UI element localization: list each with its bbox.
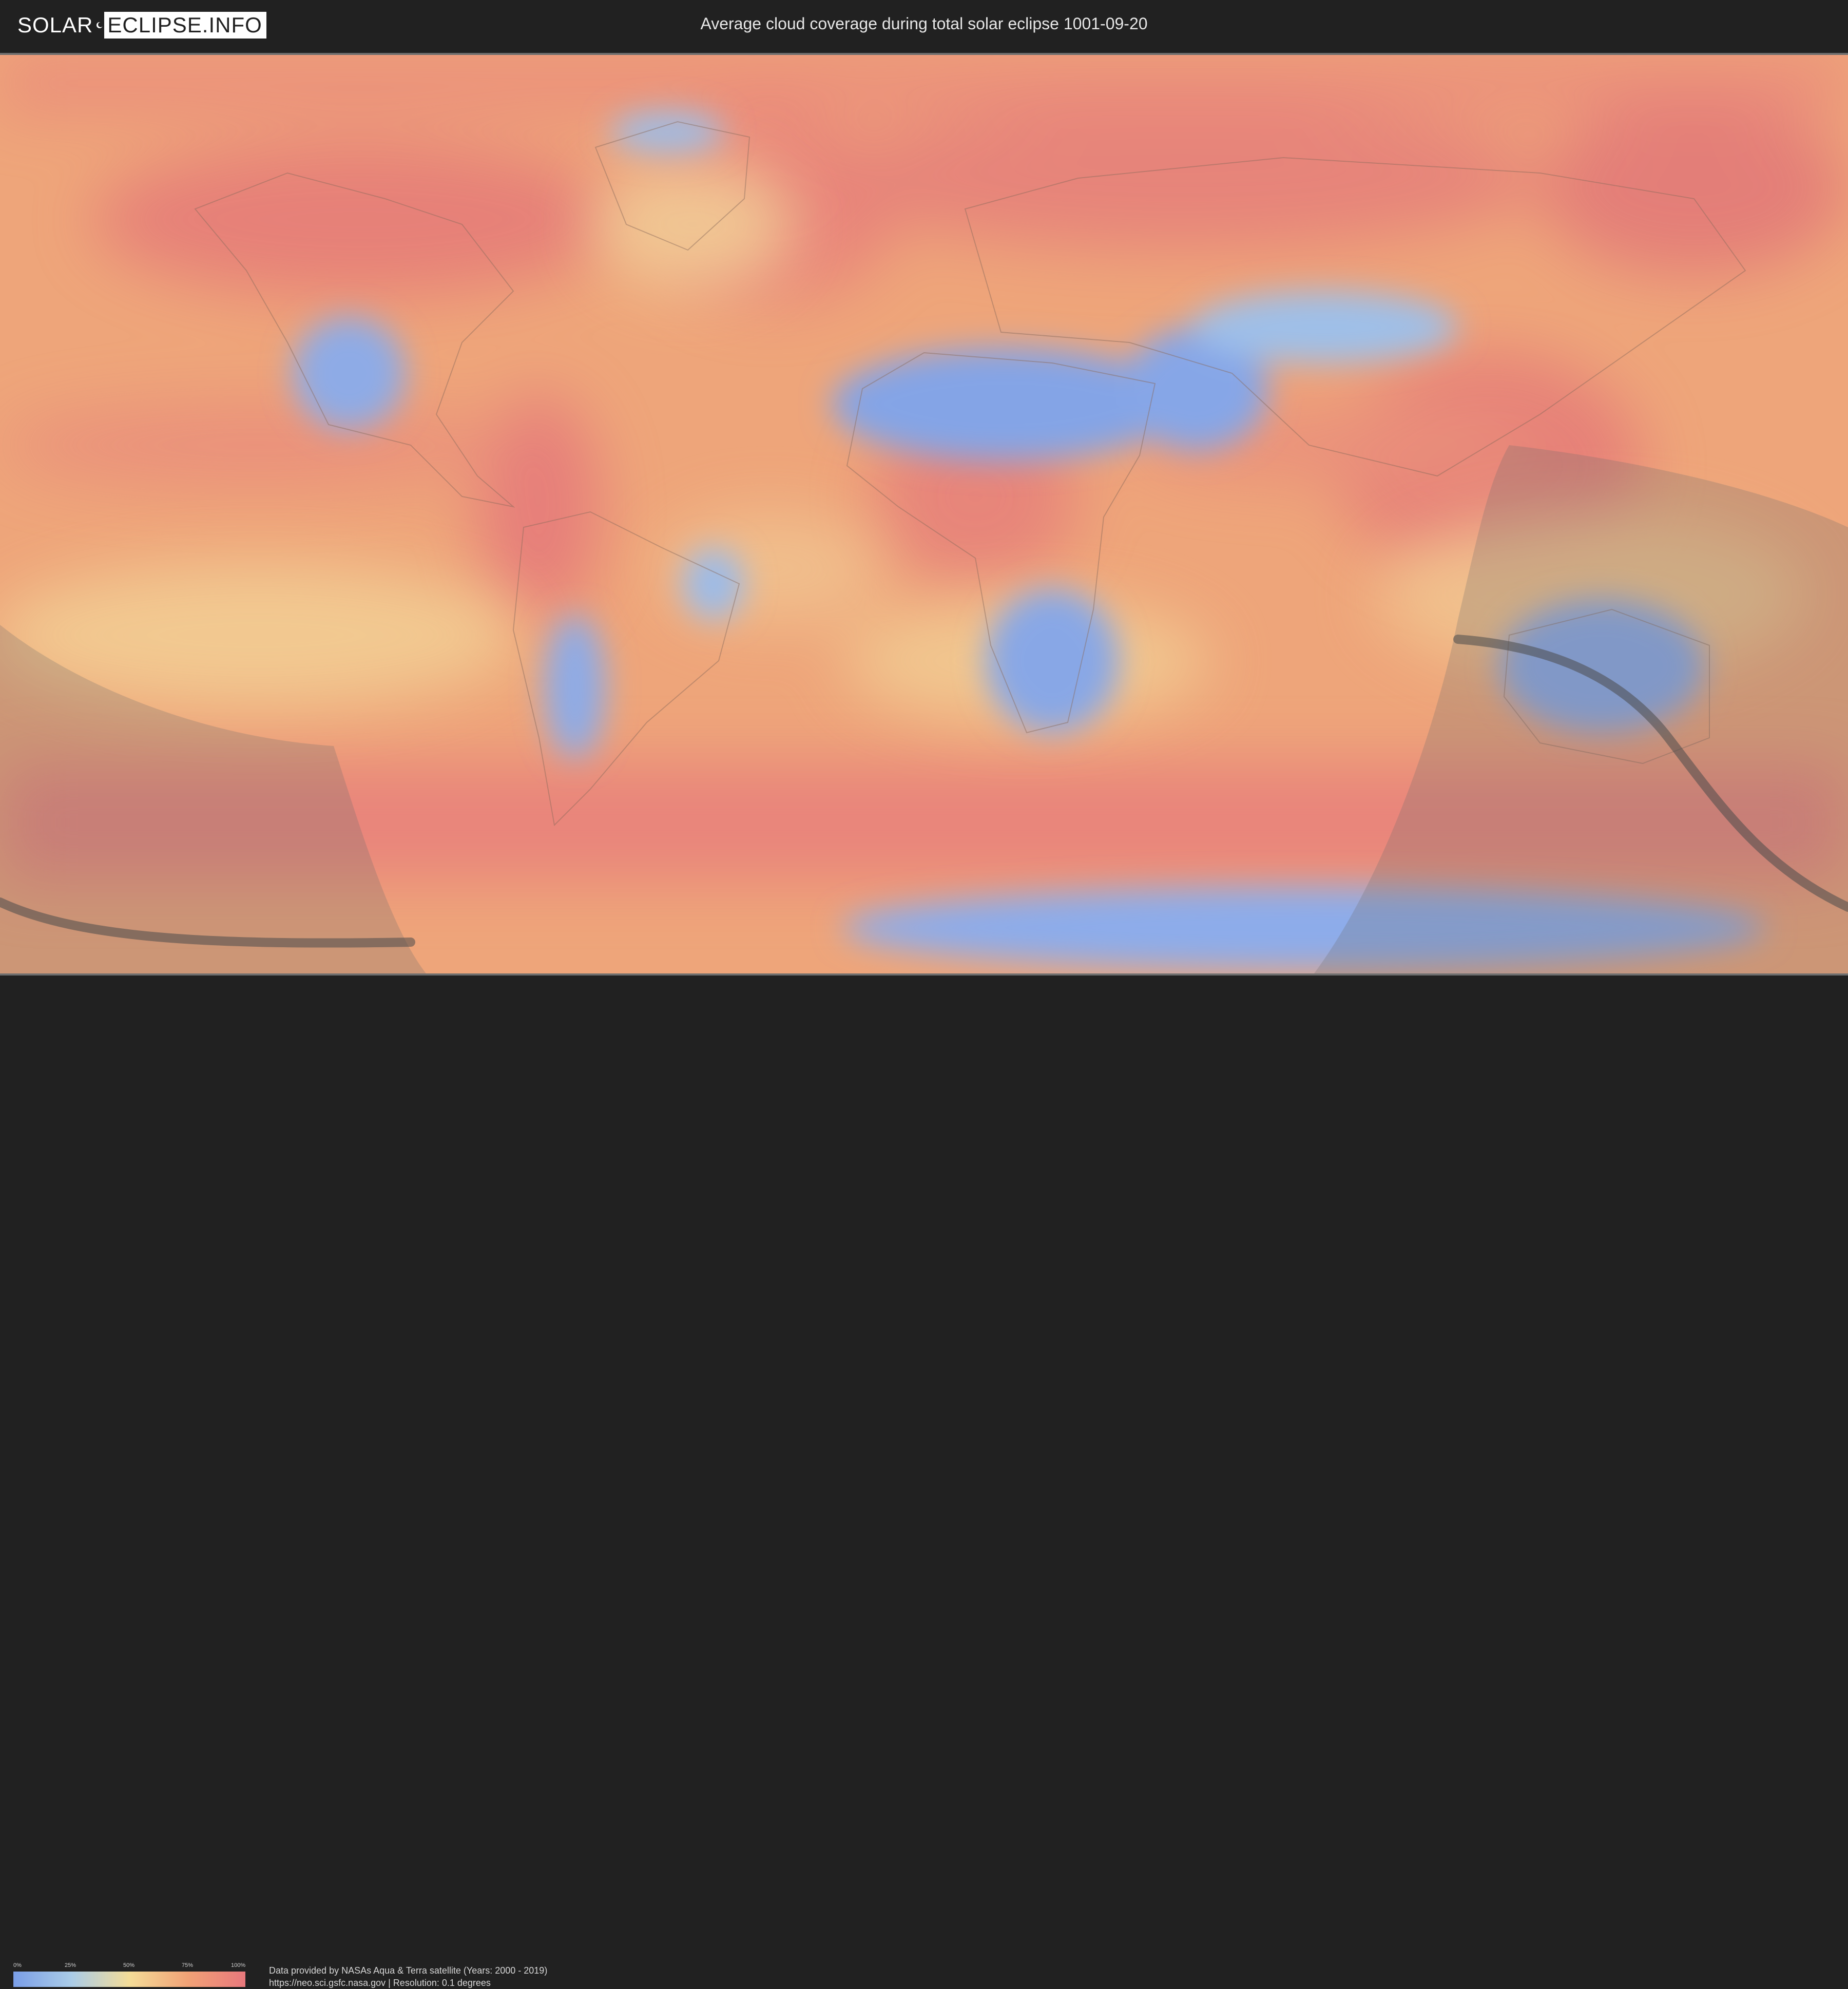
cloud-coverage-map[interactable] (0, 53, 1848, 976)
legend-tick-0: 0% (13, 1962, 22, 1968)
legend-tick-25: 25% (65, 1962, 76, 1968)
legend-tick-75: 75% (182, 1962, 194, 1968)
page-title: Average cloud coverage during total sola… (700, 14, 1148, 33)
world-map-svg[interactable] (0, 55, 1848, 973)
footer-bar: 0% 25% 50% 75% 100% Data provided by NAS… (0, 976, 1848, 1988)
data-credit: Data provided by NASAs Aqua & Terra sate… (269, 1965, 548, 1976)
cloud-coverage-legend: 0% 25% 50% 75% 100% (13, 1962, 245, 1989)
legend-tick-50: 50% (123, 1962, 135, 1968)
header-bar: SOLAR ECLIPSE.INFO Average cloud coverag… (0, 0, 1848, 51)
data-source-resolution: https://neo.sci.gsfc.nasa.gov | Resoluti… (269, 1978, 491, 1988)
legend-color-bar (13, 1972, 245, 1987)
legend-tick-100: 100% (231, 1962, 246, 1968)
